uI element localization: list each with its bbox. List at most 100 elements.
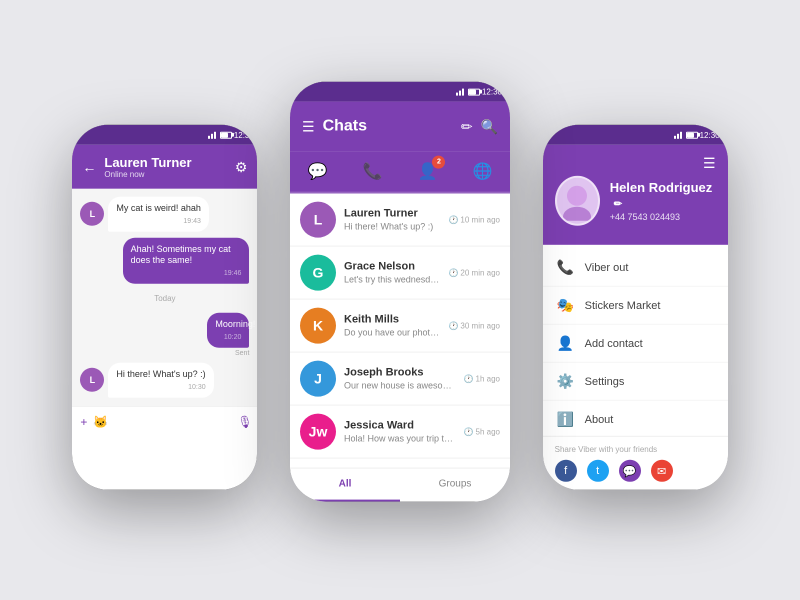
add-contact-icon: 👤 — [557, 335, 575, 352]
chat-list: L Lauren Turner Hi there! What's up? :) … — [290, 194, 510, 468]
center-phone-screen: 12:30 ☰ Chats ✏ 🔍 💬 📞 👤 2 🌐 — [290, 82, 510, 502]
viber-share-icon[interactable]: 💬 — [619, 460, 641, 482]
chat-input-bar: + 🐱 🎙 — [72, 406, 257, 438]
menu-item-stickers[interactable]: 🎭 Stickers Market — [543, 287, 728, 325]
profile-section: Helen Rodriguez ✏ +44 7543 024493 — [555, 176, 716, 226]
tab-all[interactable]: All — [290, 469, 400, 502]
contact-name-label: Lauren Turner — [104, 155, 226, 170]
menu-label-add-contact: Add contact — [585, 337, 643, 349]
center-status-time: 12:30 — [482, 87, 502, 96]
settings-icon[interactable]: ⚙ — [235, 158, 248, 175]
chat-preview-grace: Let's try this wednesday... Is that alri… — [344, 275, 440, 285]
msg-bubble-sent-2: Moorning! 10:20 — [207, 313, 249, 348]
menu-label-stickers: Stickers Market — [585, 299, 661, 311]
profile-avatar — [555, 176, 600, 226]
menu-item-settings[interactable]: ⚙️ Settings — [543, 363, 728, 401]
left-phone: 12:3 ← Lauren Turner Online now ⚙ L My c… — [72, 125, 257, 490]
msg-time-2: 19:46 — [131, 269, 242, 278]
right-status-bar: 12:30 — [543, 125, 728, 145]
right-menu-icon[interactable]: ☰ — [703, 155, 716, 172]
mic-icon[interactable]: 🎙 — [237, 415, 252, 429]
center-bottom-tabs: All Groups — [290, 468, 510, 502]
right-footer: Share Viber with your friends f t 💬 ✉ — [543, 436, 728, 490]
msg-row-2: L Hi there! What's up? :) 10:30 — [80, 363, 249, 398]
clock-icon-2: 🕐 — [448, 268, 458, 277]
chat-preview-keith: Do you have our photos from the nye? — [344, 328, 440, 338]
chat-time-lauren: 🕐 10 min ago — [448, 215, 500, 224]
msg-bubble-received-2: Hi there! What's up? :) 10:30 — [108, 363, 213, 398]
right-phone-screen: 12:30 ☰ — [543, 125, 728, 490]
about-icon: ℹ️ — [557, 411, 575, 428]
tab-contacts[interactable]: 👤 2 — [414, 158, 442, 186]
center-tabs: 💬 📞 👤 2 🌐 — [290, 152, 510, 194]
menu-label-settings: Settings — [585, 375, 625, 387]
battery-icon — [220, 131, 232, 138]
msg-bubble-sent-1: Ahah! Sometimes my cat does the same! 19… — [123, 238, 250, 284]
edit-icon[interactable]: ✏ — [461, 118, 473, 135]
tab-explore[interactable]: 🌐 — [469, 158, 497, 186]
chat-info-grace: Grace Nelson Let's try this wednesday...… — [344, 261, 440, 285]
chat-item-keith[interactable]: K Keith Mills Do you have our photos fro… — [290, 300, 510, 353]
email-share-icon[interactable]: ✉ — [651, 460, 673, 482]
right-profile-header: ☰ Helen Rodriguez ✏ — [543, 145, 728, 245]
stickers-icon: 🎭 — [557, 297, 575, 314]
chat-time-keith: 🕐 30 min ago — [448, 321, 500, 330]
menu-item-viber-out[interactable]: 📞 Viber out — [543, 249, 728, 287]
sticker-icon[interactable]: 🐱 — [93, 415, 108, 429]
tab-groups[interactable]: Groups — [400, 469, 510, 502]
chat-preview-jessica: Hola! How was your trip to Dominican Rep… — [344, 434, 456, 444]
center-header: ☰ Chats ✏ 🔍 — [290, 102, 510, 152]
search-icon[interactable]: 🔍 — [481, 118, 498, 135]
right-header-top: ☰ — [555, 155, 716, 172]
avatar-lauren: L — [300, 202, 336, 238]
avatar-grace: G — [300, 255, 336, 291]
avatar-received-1: L — [80, 202, 104, 226]
tab-calls[interactable]: 📞 — [359, 158, 387, 186]
right-battery-icon — [686, 131, 698, 138]
msg-time-1: 19:43 — [116, 216, 201, 225]
facebook-icon[interactable]: f — [555, 460, 577, 482]
message-input[interactable] — [114, 417, 231, 427]
menu-item-add-contact[interactable]: 👤 Add contact — [543, 325, 728, 363]
chat-item-grace[interactable]: G Grace Nelson Let's try this wednesday.… — [290, 247, 510, 300]
menu-icon[interactable]: ☰ — [302, 118, 315, 135]
twitter-icon[interactable]: t — [587, 460, 609, 482]
menu-item-about[interactable]: ℹ️ About — [543, 401, 728, 436]
profile-phone-label: +44 7543 024493 — [610, 212, 716, 222]
right-status-time: 12:30 — [700, 130, 720, 139]
avatar-received-2: L — [80, 368, 104, 392]
clock-icon-5: 🕐 — [464, 427, 474, 436]
viber-out-icon: 📞 — [557, 259, 575, 276]
avatar-joseph: J — [300, 361, 336, 397]
right-status-icons: 12:30 — [674, 130, 720, 139]
profile-info: Helen Rodriguez ✏ +44 7543 024493 — [610, 180, 716, 222]
clock-icon-4: 🕐 — [464, 374, 474, 383]
chat-name-grace: Grace Nelson — [344, 261, 440, 273]
chat-preview-joseph: Our new house is awesome! You should com… — [344, 381, 456, 391]
chat-item-lauren[interactable]: L Lauren Turner Hi there! What's up? :) … — [290, 194, 510, 247]
msg-time-3: 10:20 — [215, 333, 241, 342]
left-status-bar: 12:3 — [72, 125, 257, 145]
back-icon[interactable]: ← — [82, 159, 96, 175]
edit-profile-icon[interactable]: ✏ — [614, 199, 622, 210]
message-area: L My cat is weird! ahah 19:43 Ahah! Some… — [72, 189, 257, 406]
msg-row-morning: Moorning! 10:20 Sent — [193, 313, 249, 357]
chat-info-keith: Keith Mills Do you have our photos from … — [344, 314, 440, 338]
chat-item-jessica[interactable]: Jw Jessica Ward Hola! How was your trip … — [290, 406, 510, 459]
chat-name-lauren: Lauren Turner — [344, 208, 440, 220]
chat-time-jessica: 🕐 5h ago — [464, 427, 500, 436]
day-divider: Today — [80, 294, 249, 303]
center-battery-icon — [468, 88, 480, 95]
chat-name-keith: Keith Mills — [344, 314, 440, 326]
avatar-jessica: Jw — [300, 414, 336, 450]
msg-row-1: L My cat is weird! ahah 19:43 — [80, 197, 249, 232]
chat-item-joseph[interactable]: J Joseph Brooks Our new house is awesome… — [290, 353, 510, 406]
tab-chats[interactable]: 💬 — [304, 158, 332, 186]
chats-title: Chats — [323, 118, 453, 136]
add-icon[interactable]: + — [80, 415, 87, 429]
left-status-time: 12:3 — [234, 130, 250, 139]
chat-time-grace: 🕐 20 min ago — [448, 268, 500, 277]
chat-info-jessica: Jessica Ward Hola! How was your trip to … — [344, 420, 456, 444]
share-label: Share Viber with your friends — [555, 445, 716, 454]
right-phone: 12:30 ☰ — [543, 125, 728, 490]
